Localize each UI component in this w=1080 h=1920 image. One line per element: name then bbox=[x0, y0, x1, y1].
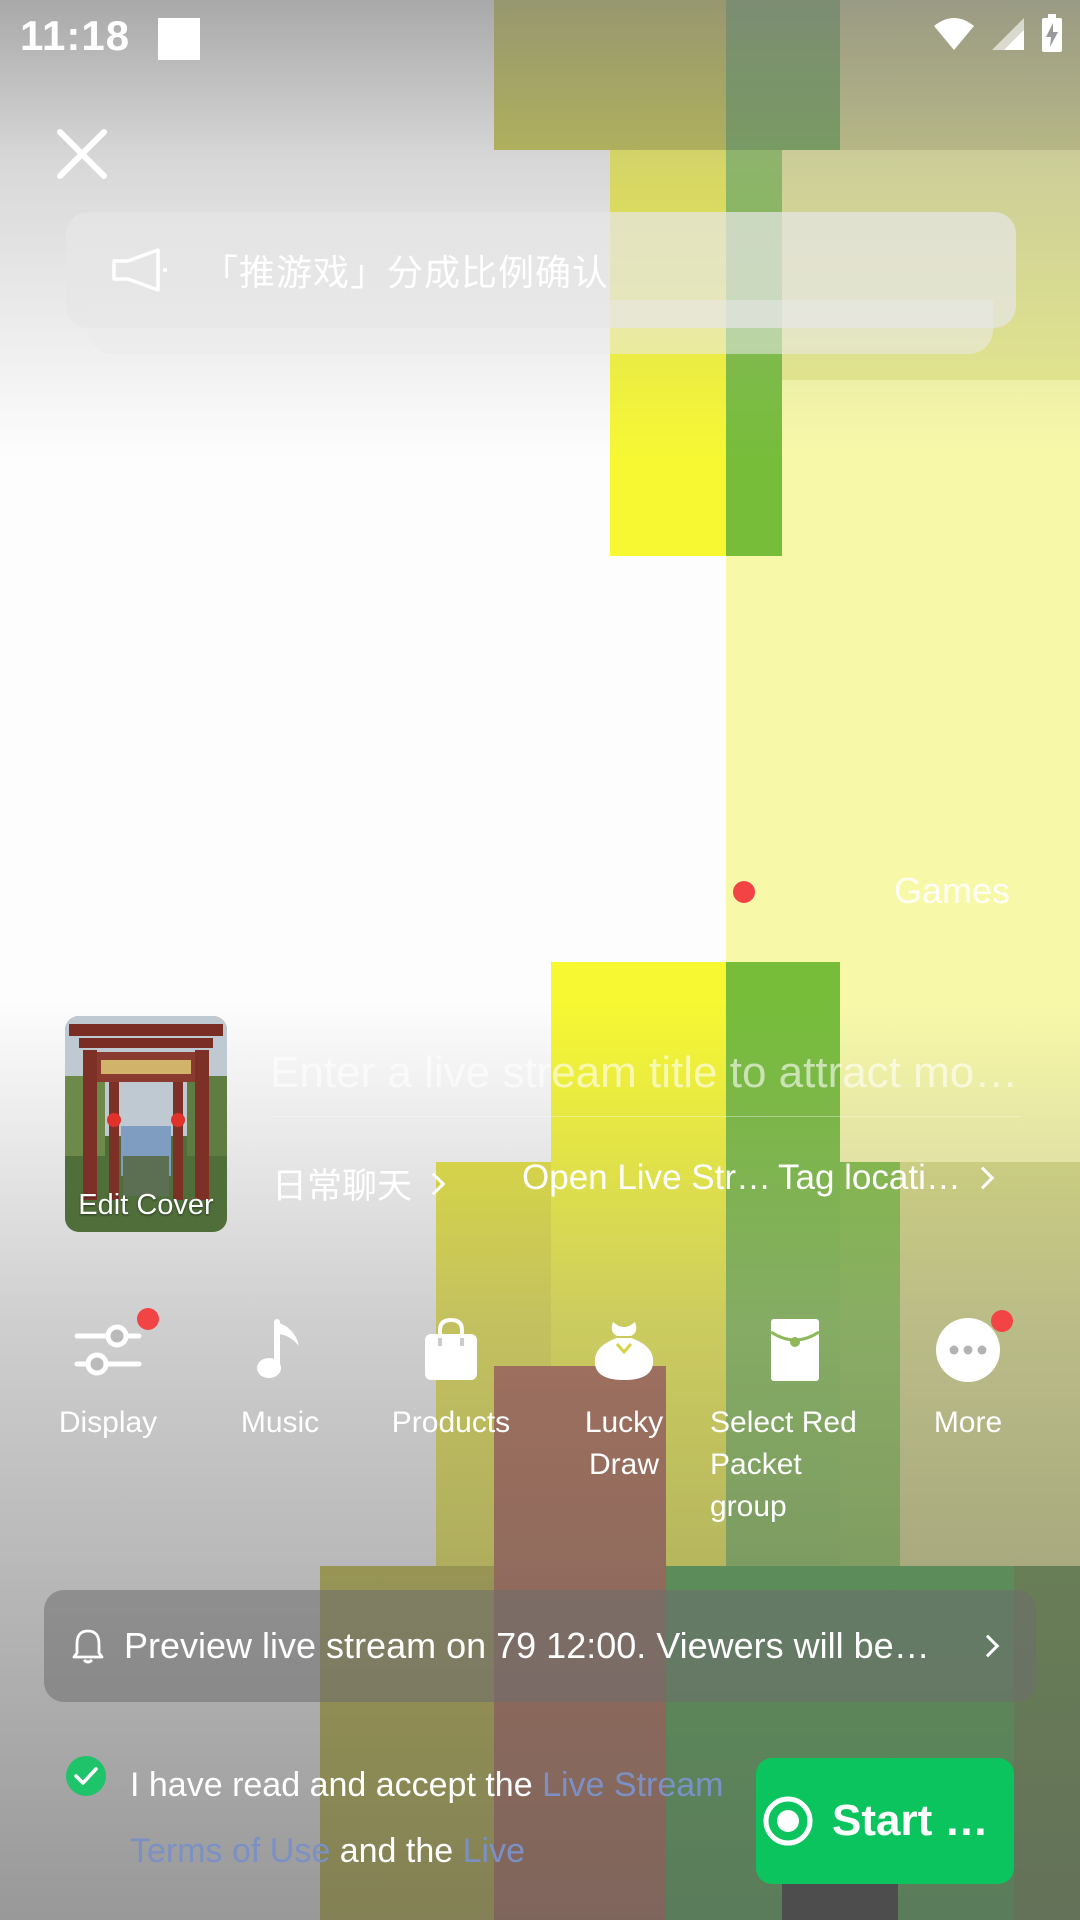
lucky-bag-icon bbox=[594, 1322, 654, 1380]
tag-location-selector[interactable]: Tag locati… bbox=[778, 1158, 995, 1198]
open-live-stream-label: Open Live Str… bbox=[522, 1158, 771, 1197]
status-time: 11:18 bbox=[20, 12, 131, 59]
music-label: Music bbox=[240, 1406, 320, 1439]
preview-banner-text: Preview live stream on 79 12:00. Viewers… bbox=[124, 1625, 930, 1666]
music-button[interactable]: Music bbox=[205, 1316, 355, 1444]
status-icons bbox=[932, 14, 1064, 54]
games-badge bbox=[733, 881, 755, 903]
display-button[interactable]: Display bbox=[33, 1308, 183, 1444]
select-red-packet-group-button[interactable]: Select Red Packet group bbox=[710, 1316, 880, 1528]
record-icon bbox=[763, 1796, 813, 1846]
preview-live-stream-banner[interactable]: Preview live stream on 79 12:00. Viewers… bbox=[44, 1590, 1036, 1702]
display-badge bbox=[137, 1308, 159, 1330]
chevron-right-icon bbox=[971, 1166, 995, 1190]
music-note-icon bbox=[257, 1319, 299, 1378]
wifi-icon bbox=[934, 18, 974, 50]
close-icon[interactable] bbox=[52, 124, 112, 184]
lucky-draw-button[interactable]: Lucky Draw bbox=[549, 1316, 699, 1486]
games-tab[interactable]: Games bbox=[894, 870, 1010, 912]
battery-charging-icon bbox=[1042, 14, 1062, 52]
live-policy-link[interactable]: Live bbox=[463, 1832, 525, 1870]
stream-title-input[interactable] bbox=[270, 1048, 1020, 1117]
agreement-checkbox[interactable] bbox=[66, 1756, 106, 1796]
display-label: Display bbox=[58, 1406, 158, 1439]
tag-location-label: Tag locati… bbox=[778, 1158, 961, 1197]
start-live-label: Start Li… bbox=[832, 1796, 1012, 1845]
open-live-stream-selector[interactable]: Open Live Str… bbox=[522, 1158, 771, 1198]
chevron-right-icon bbox=[422, 1172, 446, 1195]
category-selector[interactable]: 日常聊天 bbox=[272, 1158, 446, 1209]
cell-signal-icon bbox=[992, 18, 1024, 50]
start-live-button[interactable]: Start Li… bbox=[756, 1758, 1014, 1884]
agreement-middle: and the bbox=[330, 1832, 463, 1870]
announcement-banner[interactable]: 「推游戏」分成比例确认 bbox=[66, 212, 1016, 328]
announcement-text: 「推游戏」分成比例确认 bbox=[202, 252, 610, 293]
products-button[interactable]: Products bbox=[376, 1316, 526, 1444]
category-label: 日常聊天 bbox=[272, 1167, 413, 1206]
sliders-icon bbox=[74, 1324, 142, 1376]
notification-icon bbox=[158, 18, 200, 60]
checkmark-icon bbox=[74, 1767, 98, 1785]
lucky-draw-label: Lucky Draw bbox=[584, 1406, 664, 1481]
more-button[interactable]: More bbox=[893, 1310, 1043, 1444]
red-packet-icon bbox=[770, 1319, 820, 1381]
agreement-prefix: I have read and accept the bbox=[130, 1766, 543, 1804]
shopping-bag-icon bbox=[425, 1318, 477, 1380]
more-label: More bbox=[933, 1406, 1003, 1439]
bell-icon bbox=[72, 1629, 104, 1664]
more-dots-icon bbox=[936, 1318, 1000, 1382]
agreement-text: I have read and accept the Live Stream T… bbox=[130, 1752, 730, 1884]
more-badge bbox=[991, 1310, 1013, 1332]
edit-cover-label: Edit Cover bbox=[78, 1189, 214, 1221]
select-red-packet-group-label: Select Red Packet group bbox=[710, 1406, 857, 1523]
megaphone-icon bbox=[112, 248, 167, 292]
chevron-right-icon bbox=[976, 1634, 1000, 1658]
products-label: Products bbox=[391, 1406, 511, 1439]
cover-thumbnail[interactable]: Edit Cover bbox=[65, 1016, 227, 1232]
